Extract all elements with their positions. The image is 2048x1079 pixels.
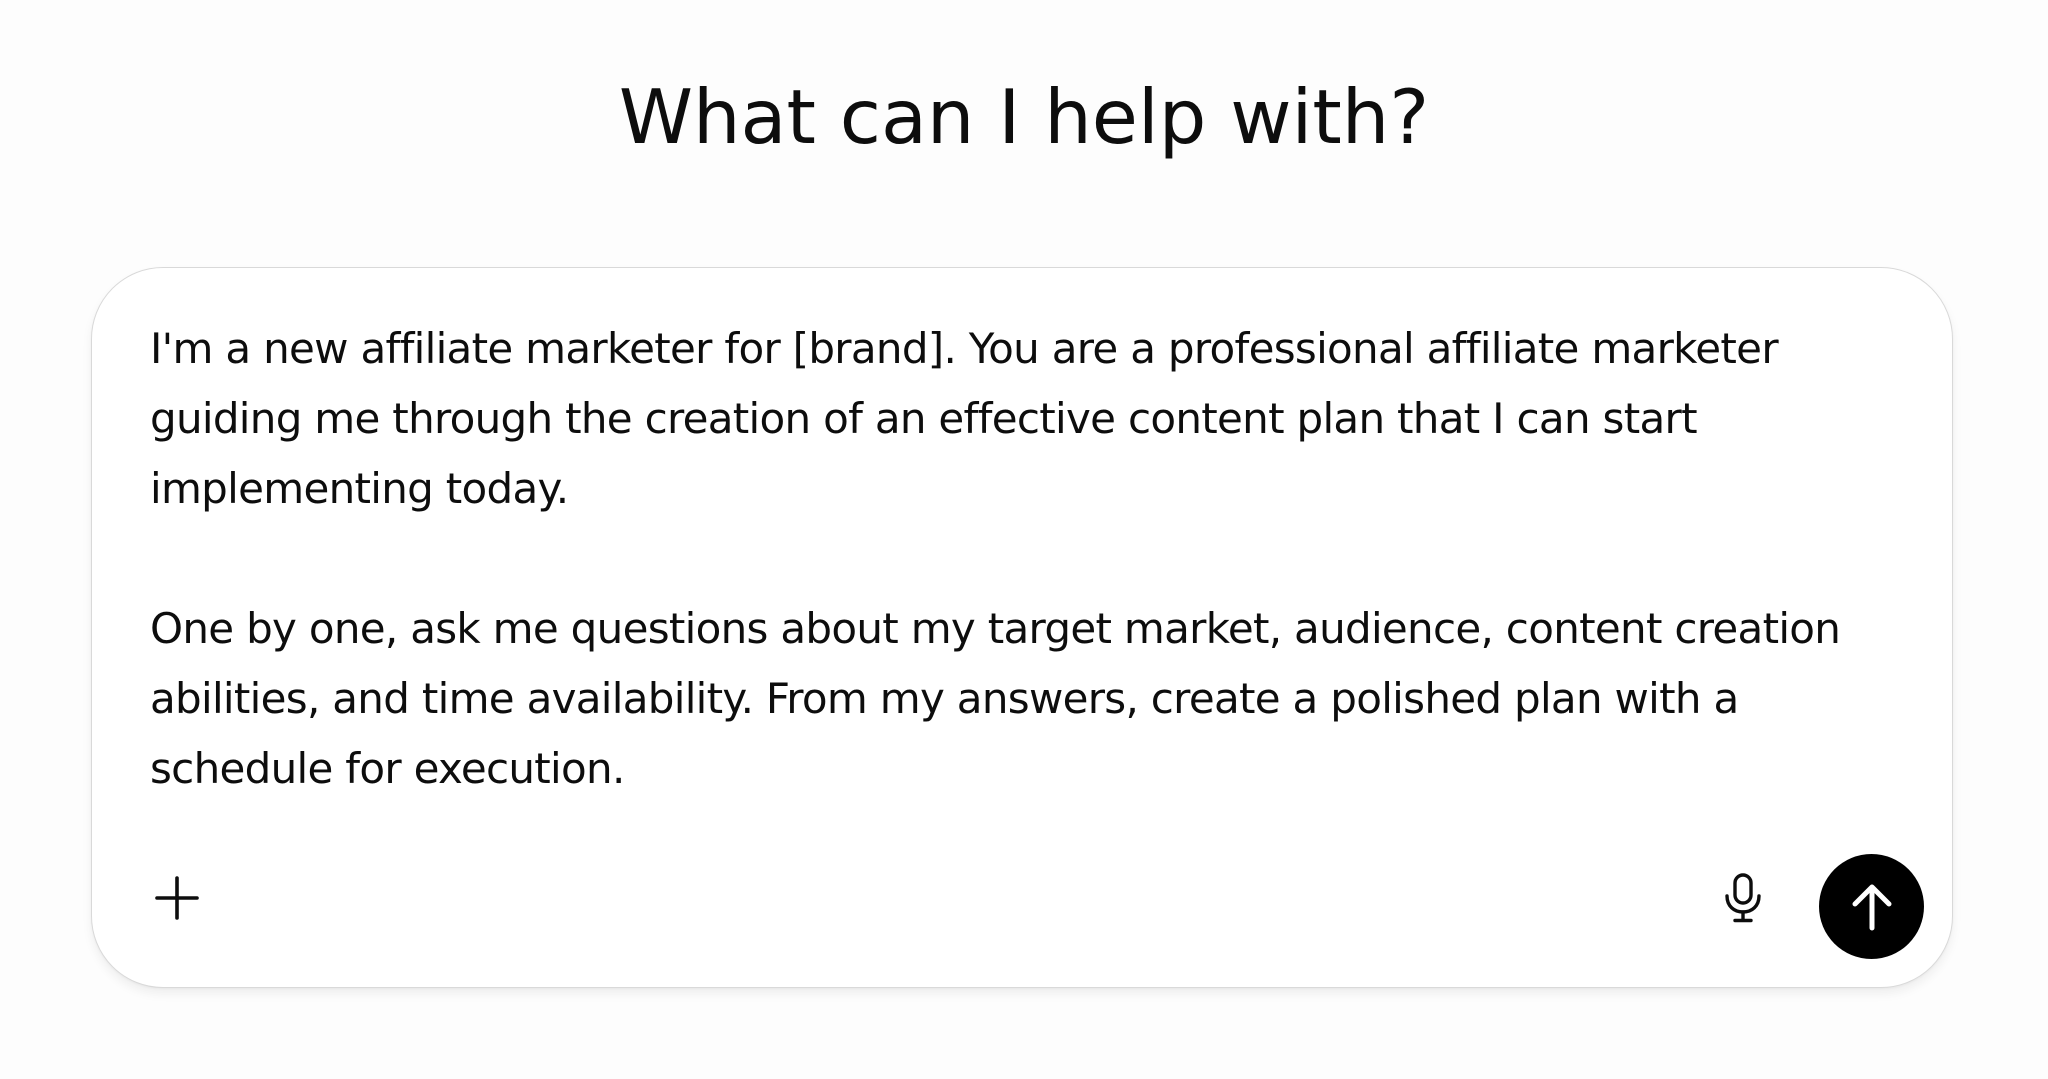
prompt-composer[interactable]: I'm a new affiliate marketer for [brand]… [91,267,1953,988]
prompt-input[interactable]: I'm a new affiliate marketer for [brand]… [150,314,1890,804]
add-attachment-button[interactable] [145,866,209,930]
voice-input-button[interactable] [1713,868,1773,928]
prompt-paragraph-2[interactable]: One by one, ask me questions about my ta… [150,594,1890,804]
plus-icon [155,876,199,920]
page-title: What can I help with? [618,73,1430,161]
arrow-up-icon [1852,884,1891,930]
microphone-icon [1725,873,1761,923]
send-button[interactable] [1819,854,1924,959]
prompt-paragraph-1[interactable]: I'm a new affiliate marketer for [brand]… [150,314,1890,524]
